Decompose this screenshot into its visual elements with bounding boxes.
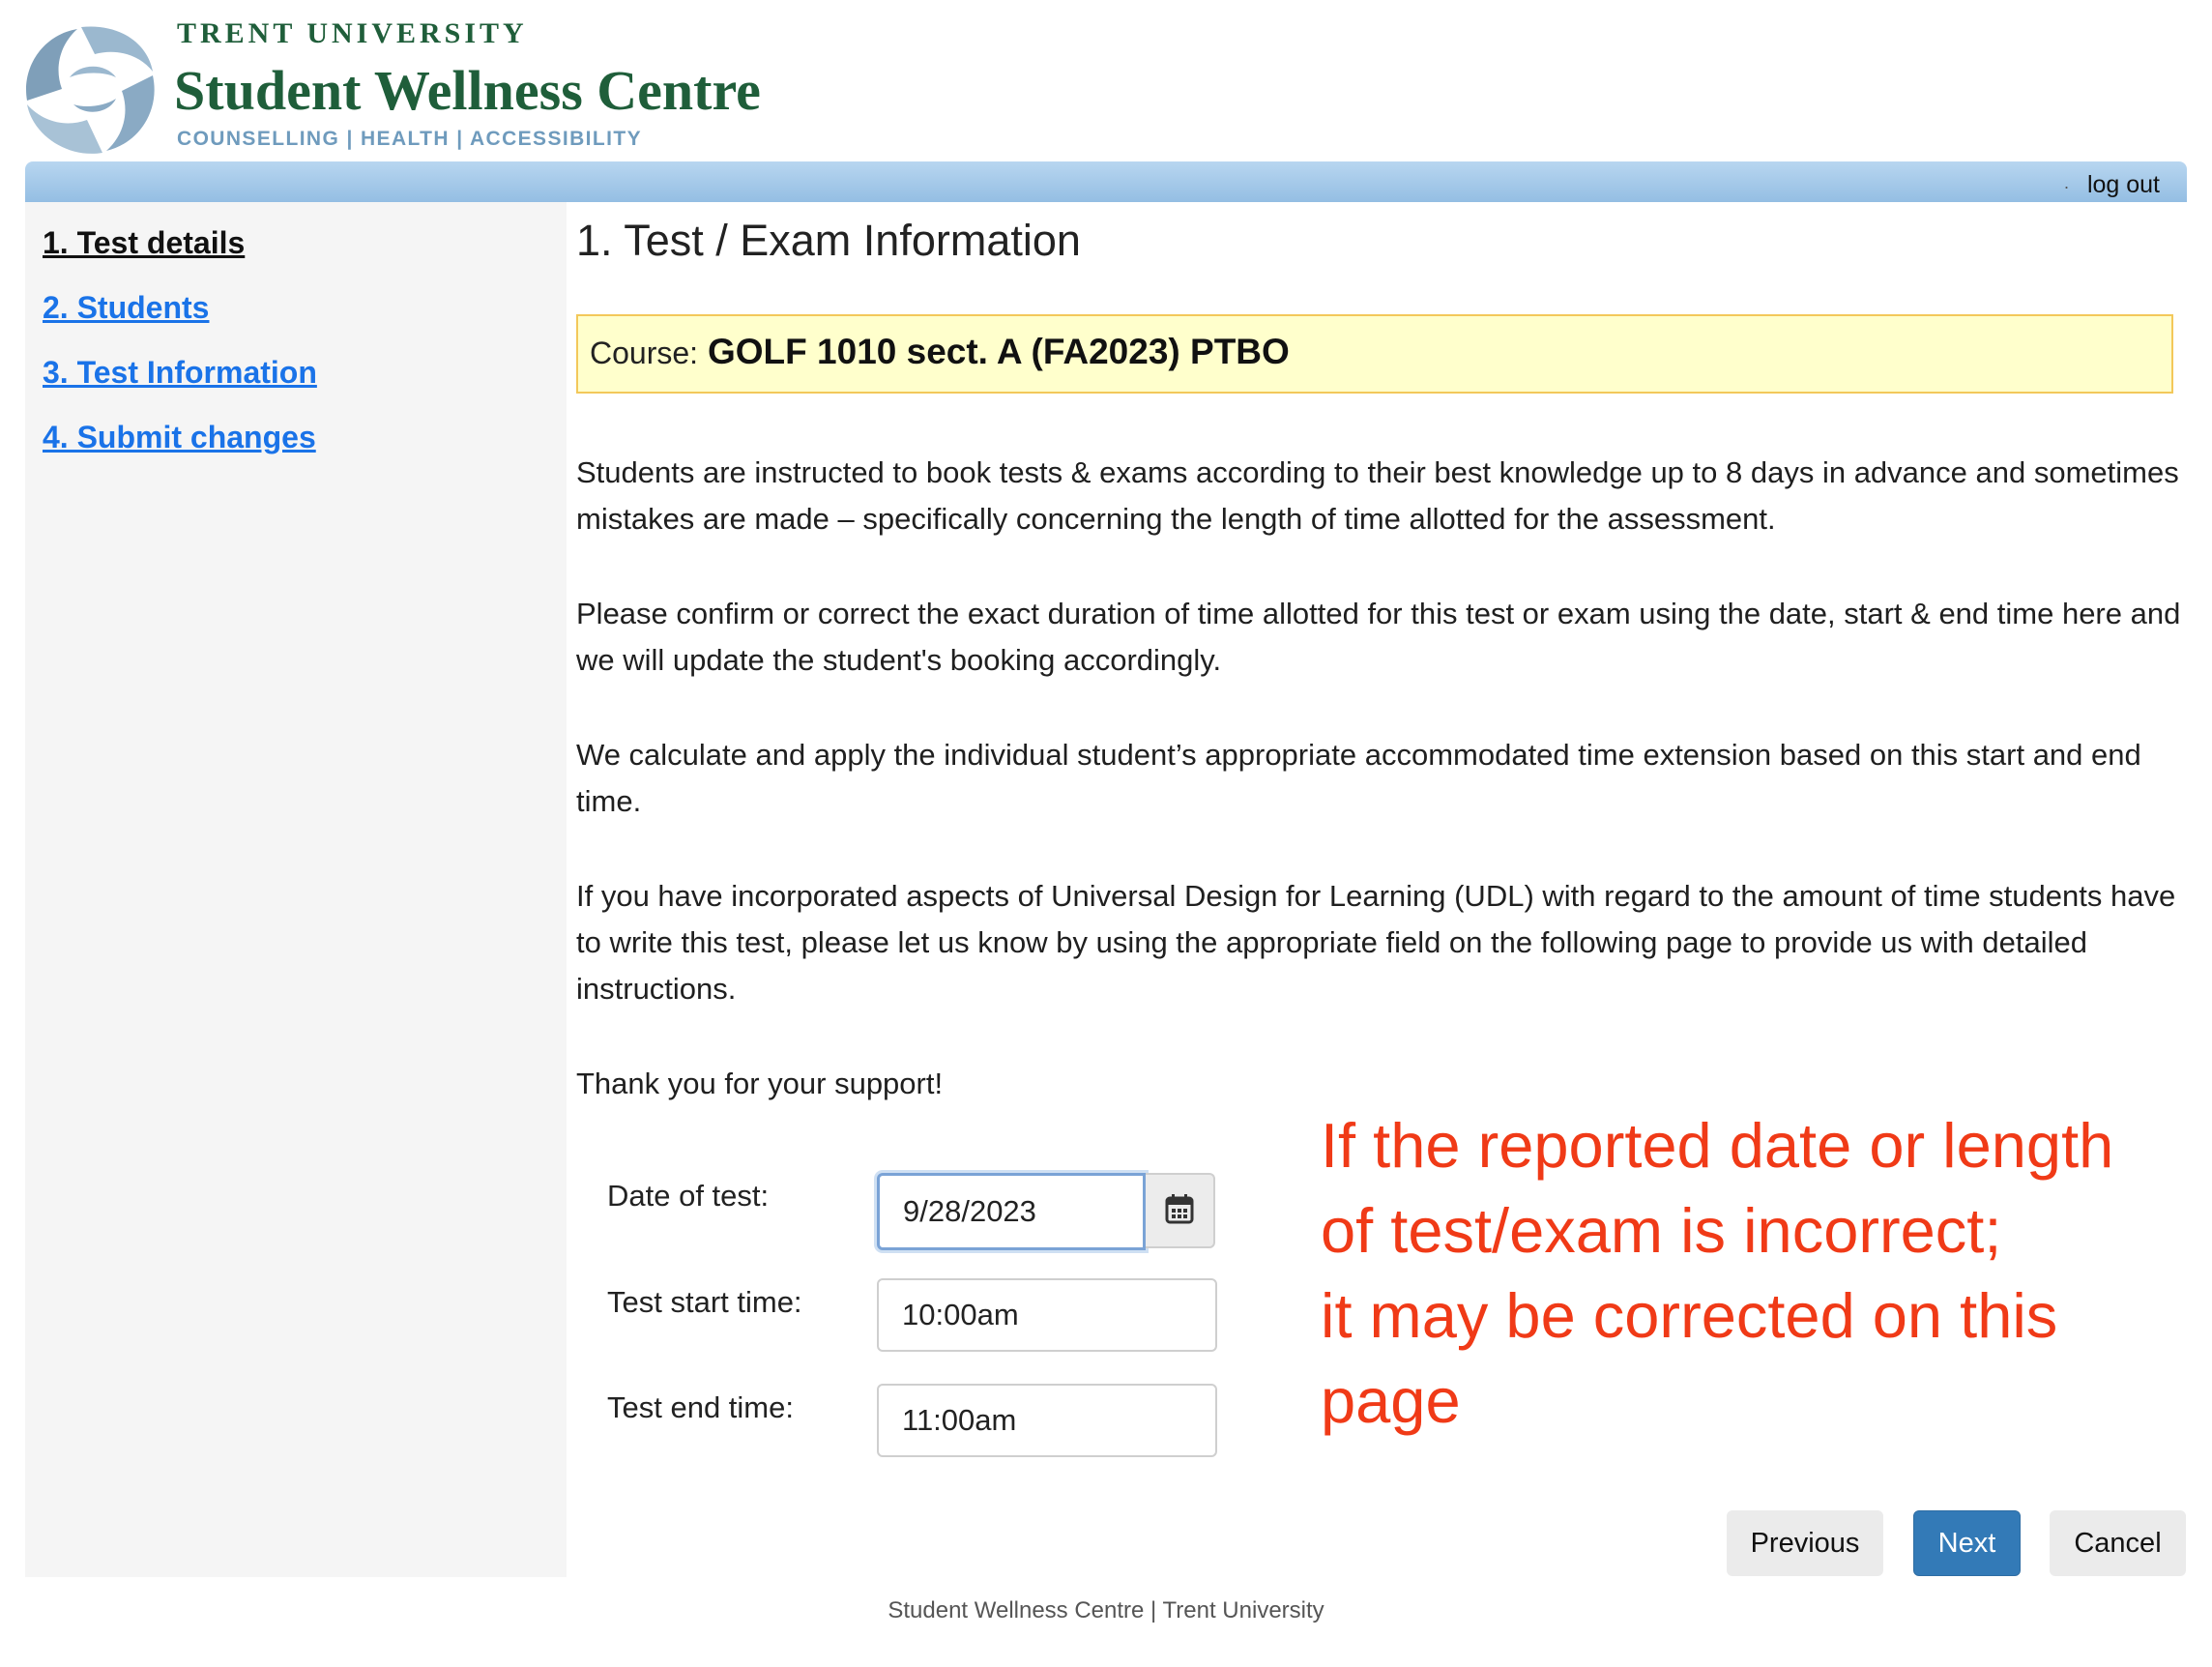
calendar-button[interactable]	[1146, 1173, 1215, 1248]
centre-tagline: COUNSELLING | HEALTH | ACCESSIBILITY	[177, 128, 642, 150]
next-button[interactable]: Next	[1913, 1510, 2021, 1576]
top-nav-bar: . log out	[25, 161, 2187, 202]
centre-name: Student Wellness Centre	[174, 59, 761, 122]
instruction-paragraph-3: We calculate and apply the individual st…	[576, 738, 2141, 818]
test-start-time-input[interactable]	[877, 1278, 1217, 1352]
correction-annotation: If the reported date or length of test/e…	[1321, 1110, 2114, 1436]
sidebar-item-students[interactable]: 2. Students	[43, 290, 209, 326]
previous-button[interactable]: Previous	[1727, 1510, 1883, 1576]
thank-you-text: Thank you for your support!	[576, 1067, 944, 1100]
logout-link[interactable]: log out	[2087, 171, 2160, 199]
instruction-paragraph-4: If you have incorporated aspects of Univ…	[576, 879, 2176, 1006]
cancel-button[interactable]: Cancel	[2050, 1510, 2186, 1576]
instruction-paragraph-1: Students are instructed to book tests & …	[576, 455, 2179, 536]
test-start-time-label: Test start time:	[607, 1285, 802, 1319]
sidebar: 1. Test details 2. Students 3. Test Info…	[25, 202, 567, 1577]
sidebar-item-submit-changes[interactable]: 4. Submit changes	[43, 420, 316, 455]
instruction-paragraph-2: Please confirm or correct the exact dura…	[576, 597, 2181, 677]
date-of-test-input[interactable]	[877, 1173, 1146, 1250]
test-end-time-input[interactable]	[877, 1384, 1217, 1457]
trent-logo-icon	[26, 26, 155, 154]
separator-dot: .	[2063, 173, 2069, 192]
sidebar-item-test-information[interactable]: 3. Test Information	[43, 355, 317, 391]
page-title: 1. Test / Exam Information	[576, 216, 1081, 265]
test-end-time-label: Test end time:	[607, 1390, 794, 1424]
course-value: GOLF 1010 sect. A (FA2023) PTBO	[708, 332, 1290, 371]
main-content: 1. Test / Exam Information Course: GOLF …	[576, 202, 2186, 1576]
sidebar-item-test-details[interactable]: 1. Test details	[43, 225, 245, 261]
course-label: Course:	[590, 336, 699, 370]
course-info-box: Course: GOLF 1010 sect. A (FA2023) PTBO	[576, 314, 2173, 394]
site-header: TRENT UNIVERSITY Student Wellness Centre…	[0, 0, 2212, 160]
footer: Student Wellness Centre | Trent Universi…	[888, 1597, 1324, 1623]
university-name: TRENT UNIVERSITY	[177, 17, 528, 49]
calendar-icon	[1165, 1194, 1194, 1224]
date-of-test-label: Date of test:	[607, 1179, 770, 1213]
